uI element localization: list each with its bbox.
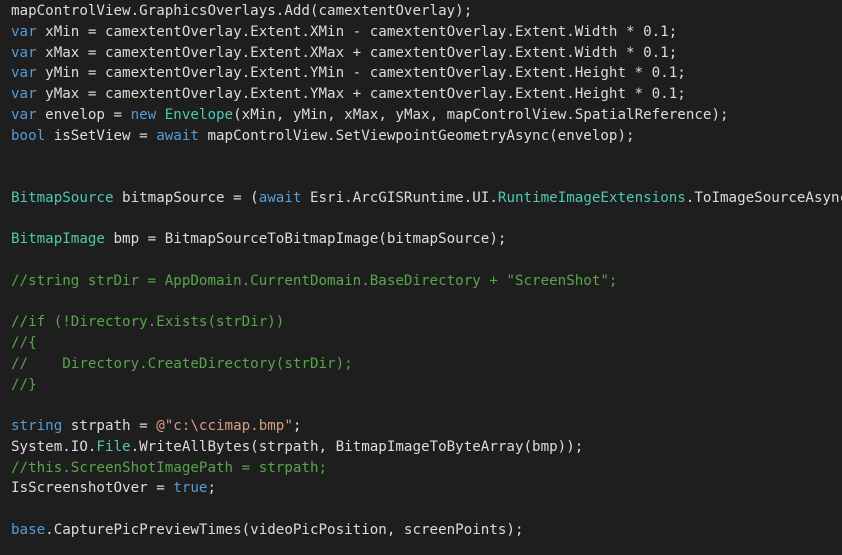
code-token: string xyxy=(11,418,63,434)
code-token: strpath = xyxy=(62,418,157,434)
code-line[interactable]: var xMax = camextentOverlay.Extent.XMax … xyxy=(0,43,842,64)
code-line[interactable] xyxy=(0,250,842,271)
code-line[interactable] xyxy=(0,395,842,416)
code-token: mapControlView.GraphicsOverlays.Add(came… xyxy=(11,3,473,19)
code-token: var xyxy=(11,44,37,61)
code-line[interactable]: bool isSetView = await mapControlView.Se… xyxy=(0,126,842,147)
code-token: bmp = BitmapSourceToBitmapImage(bitmapSo… xyxy=(104,231,507,248)
code-line[interactable]: BitmapSource bitmapSource = (await Esri.… xyxy=(0,188,842,209)
code-token: RuntimeImageExtensions xyxy=(497,189,686,206)
code-token: envelop = xyxy=(36,106,131,123)
code-token: new xyxy=(130,106,157,123)
code-token: (xMin, yMin, xMax, yMax, mapControlView.… xyxy=(233,106,729,123)
code-token: mapControlView.SetViewpointGeometryAsync… xyxy=(198,127,635,144)
code-token: //} xyxy=(11,376,37,393)
code-line[interactable]: base.CapturePicPreviewTimes(videoPicPosi… xyxy=(0,520,842,541)
code-token: ; xyxy=(207,480,217,497)
code-line[interactable]: //{ xyxy=(0,333,842,354)
code-line[interactable] xyxy=(0,146,842,167)
code-token: await xyxy=(156,127,199,144)
code-line[interactable] xyxy=(0,499,842,520)
code-token: // Directory.CreateDirectory(strDir); xyxy=(11,355,353,372)
code-line[interactable]: var envelop = new Envelope(xMin, yMin, x… xyxy=(0,105,842,126)
code-token: var xyxy=(11,23,37,40)
code-token: var xyxy=(11,86,37,102)
code-line[interactable]: //if (!Directory.Exists(strDir)) xyxy=(0,312,842,333)
code-token: File xyxy=(96,438,131,455)
code-line[interactable] xyxy=(0,292,842,313)
code-token: var xyxy=(11,106,37,123)
code-line[interactable]: var yMax = camextentOverlay.Extent.YMax … xyxy=(0,84,842,105)
code-token: Esri.ArcGISRuntime.UI. xyxy=(301,189,498,206)
code-token: .ToImageSourceAsync xyxy=(685,189,842,206)
code-token: //{ xyxy=(11,335,37,351)
code-token: @"c:\ccimap.bmp" xyxy=(156,418,293,434)
code-line[interactable] xyxy=(0,167,842,188)
code-token: IsScreenshotOver = xyxy=(11,480,174,497)
code-token: BitmapSource xyxy=(11,189,114,206)
code-line[interactable]: // Directory.CreateDirectory(strDir); xyxy=(0,354,842,375)
code-token: BitmapImage xyxy=(11,231,105,248)
code-line[interactable] xyxy=(0,209,842,230)
code-token: true xyxy=(173,480,208,497)
code-token: //string strDir = AppDomain.CurrentDomai… xyxy=(11,272,618,289)
code-token: yMax = camextentOverlay.Extent.YMax + ca… xyxy=(36,86,686,102)
code-line[interactable]: BitmapImage bmp = BitmapSourceToBitmapIm… xyxy=(0,229,842,250)
code-token: yMin = camextentOverlay.Extent.YMin - ca… xyxy=(36,65,686,82)
code-line[interactable]: //} xyxy=(0,375,842,396)
code-line[interactable]: mapControlView.GraphicsOverlays.Add(came… xyxy=(0,1,842,22)
code-token: isSetView = xyxy=(45,127,157,144)
code-token: base xyxy=(11,521,46,538)
code-token: ; xyxy=(292,418,302,434)
code-token: //if (!Directory.Exists(strDir)) xyxy=(11,314,285,331)
code-line[interactable]: var xMin = camextentOverlay.Extent.XMin … xyxy=(0,22,842,43)
code-token: bool xyxy=(11,127,46,144)
code-token: await xyxy=(258,189,302,206)
code-token: xMax = camextentOverlay.Extent.XMax + ca… xyxy=(36,44,678,61)
code-token: bitmapSource = ( xyxy=(113,189,259,206)
code-token: //this.ScreenShotImagePath = strpath; xyxy=(11,459,328,476)
code-line[interactable]: //string strDir = AppDomain.CurrentDomai… xyxy=(0,271,842,292)
code-token: .WriteAllBytes(strpath, BitmapImageToByt… xyxy=(130,438,584,455)
code-token: xMin = camextentOverlay.Extent.XMin - ca… xyxy=(36,23,678,40)
code-line[interactable]: //this.ScreenShotImagePath = strpath; xyxy=(0,458,842,479)
code-token: var xyxy=(11,65,37,82)
code-line[interactable]: var yMin = camextentOverlay.Extent.YMin … xyxy=(0,63,842,84)
code-token: Envelope xyxy=(164,106,234,123)
code-editor[interactable]: mapControlView.GraphicsOverlays.Add(came… xyxy=(0,0,842,555)
code-line[interactable]: System.IO.File.WriteAllBytes(strpath, Bi… xyxy=(0,437,842,458)
code-line[interactable]: IsScreenshotOver = true; xyxy=(0,478,842,499)
code-line[interactable]: string strpath = @"c:\ccimap.bmp"; xyxy=(0,416,842,437)
code-token: System.IO. xyxy=(11,438,97,455)
code-token: .CapturePicPreviewTimes(videoPicPosition… xyxy=(45,521,524,538)
